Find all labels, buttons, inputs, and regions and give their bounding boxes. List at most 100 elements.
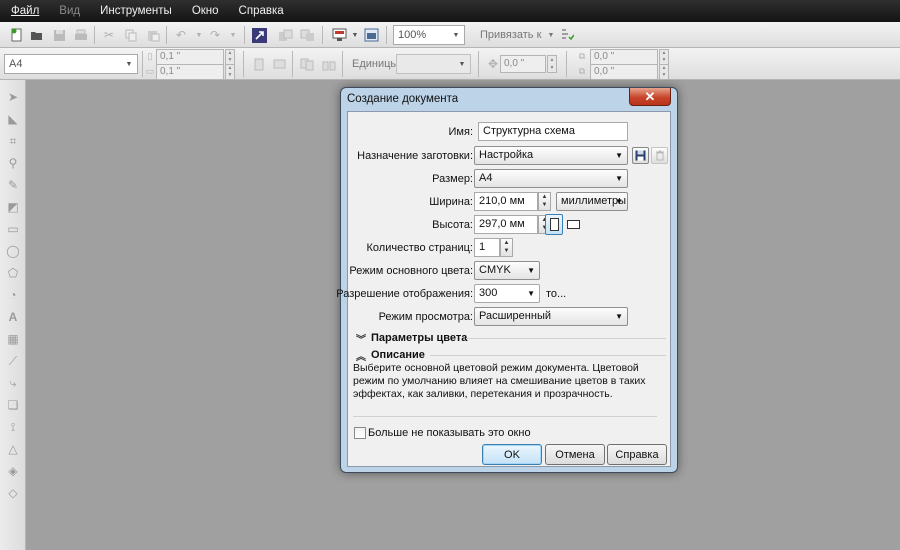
- outline-tool-icon[interactable]: △: [4, 440, 22, 458]
- export-icon[interactable]: [276, 26, 294, 44]
- expand-chevron-icon[interactable]: ︾: [356, 331, 366, 346]
- preset-select[interactable]: Настройка ▼: [474, 146, 628, 165]
- size-select[interactable]: A4 ▼: [474, 169, 628, 188]
- property-bar: A4 ▼ ▯ 0,1 " ▲ ▼ ▭ 0,1 " ▲ ▼ Единицы: ▼ ✥ …: [0, 48, 900, 80]
- pages-spinner[interactable]: ▲ ▼: [500, 238, 513, 257]
- all-pages-icon[interactable]: [298, 55, 316, 73]
- eyedropper-tool-icon[interactable]: ⟟: [4, 418, 22, 436]
- landscape-orientation-button[interactable]: [566, 219, 580, 230]
- width-input[interactable]: 210,0 мм: [474, 192, 538, 211]
- rectangle-tool-icon[interactable]: ▭: [4, 220, 22, 238]
- pages-label: Количество страниц:: [366, 242, 473, 254]
- landscape-icon[interactable]: [270, 55, 288, 73]
- collapse-chevron-icon[interactable]: ︽: [356, 348, 366, 363]
- new-document-icon[interactable]: [8, 26, 26, 44]
- description-heading[interactable]: Описание: [371, 349, 425, 361]
- landscape-icon: [566, 220, 580, 229]
- nudge-offset-spinner[interactable]: ▲ ▼: [547, 55, 557, 73]
- pages-input[interactable]: 1: [474, 238, 500, 257]
- current-page-icon[interactable]: [320, 55, 338, 73]
- page-size-combo[interactable]: A4 ▼: [4, 54, 138, 74]
- help-button[interactable]: Справка: [607, 444, 667, 465]
- menu-view[interactable]: Вид: [56, 4, 83, 18]
- section-divider: [353, 416, 657, 417]
- chevron-down-icon: ▼: [125, 60, 133, 68]
- resolution-select[interactable]: 300 ▼: [474, 284, 540, 303]
- width-spinner[interactable]: ▲ ▼: [538, 192, 551, 211]
- size-label: Размер:: [432, 173, 473, 185]
- blend-tool-icon[interactable]: ❏: [4, 396, 22, 414]
- connector-tool-icon[interactable]: ⤷: [4, 374, 22, 392]
- color-mode-value: CMYK: [479, 264, 511, 276]
- width-label: Ширина:: [429, 196, 473, 208]
- smart-fill-tool-icon[interactable]: ◩: [4, 198, 22, 216]
- dont-show-label[interactable]: Больше не показывать это окно: [368, 427, 531, 439]
- publish-icon[interactable]: [298, 26, 316, 44]
- close-icon: ✕: [644, 88, 656, 104]
- paste-icon[interactable]: [144, 26, 162, 44]
- dimension-tool-icon[interactable]: ⟋: [4, 352, 22, 370]
- ok-button[interactable]: OK: [482, 444, 542, 465]
- units-combo[interactable]: ▼: [396, 54, 471, 74]
- menu-window[interactable]: Окно: [189, 4, 222, 18]
- resolution-value: 300: [479, 287, 498, 299]
- fill-tool-icon[interactable]: ◈: [4, 462, 22, 480]
- size-value: A4: [479, 172, 493, 184]
- name-input[interactable]: Структурна схема: [478, 122, 628, 141]
- table-tool-icon[interactable]: ▦: [4, 330, 22, 348]
- menu-help[interactable]: Справка: [236, 4, 287, 18]
- freehand-tool-icon[interactable]: ✎: [4, 176, 22, 194]
- copy-icon[interactable]: [122, 26, 140, 44]
- nudge-y-field[interactable]: 0,1 ": [156, 64, 224, 80]
- pick-tool-icon[interactable]: ➤: [4, 88, 22, 106]
- nudge-y-spinner[interactable]: ▲ ▼: [225, 64, 235, 80]
- undo-icon[interactable]: ↶: [172, 26, 190, 44]
- welcome-screen-icon[interactable]: [362, 26, 380, 44]
- close-button[interactable]: ✕: [629, 88, 671, 106]
- snap-to-label[interactable]: Привязать к: [480, 29, 541, 41]
- snap-options-icon[interactable]: [558, 26, 576, 44]
- open-folder-icon[interactable]: [28, 26, 46, 44]
- zoom-level-combo[interactable]: 100% ▼: [393, 25, 465, 45]
- portrait-icon: [549, 218, 559, 231]
- portrait-orientation-button[interactable]: [545, 214, 563, 235]
- crop-tool-icon[interactable]: ⌗: [4, 132, 22, 150]
- import-icon[interactable]: [250, 26, 268, 44]
- shape-tool-icon[interactable]: ◣: [4, 110, 22, 128]
- units-select[interactable]: миллиметры ▼: [556, 192, 628, 211]
- text-tool-icon[interactable]: A: [4, 308, 22, 326]
- color-mode-select[interactable]: CMYK ▼: [474, 261, 540, 280]
- zoom-tool-icon[interactable]: ⚲: [4, 154, 22, 172]
- ellipse-tool-icon[interactable]: ◯: [4, 242, 22, 260]
- nudge-x-icon: ▯: [147, 50, 153, 61]
- redo-dropdown-icon[interactable]: ▼: [224, 26, 242, 44]
- nudge-x-field[interactable]: 0,1 ": [156, 49, 224, 65]
- polygon-tool-icon[interactable]: ⬠: [4, 264, 22, 282]
- redo-icon[interactable]: ↷: [206, 26, 224, 44]
- preview-mode-select[interactable]: Расширенный ▼: [474, 307, 628, 326]
- height-input[interactable]: 297,0 мм: [474, 215, 538, 234]
- print-icon[interactable]: [72, 26, 90, 44]
- portrait-icon[interactable]: [250, 55, 268, 73]
- duplicate-y-spinner[interactable]: ▲ ▼: [659, 64, 669, 80]
- basic-shapes-tool-icon[interactable]: ◔: [4, 286, 22, 304]
- duplicate-x-spinner[interactable]: ▲ ▼: [659, 49, 669, 65]
- save-preset-button[interactable]: [632, 147, 649, 164]
- color-params-heading[interactable]: Параметры цвета: [371, 332, 467, 344]
- duplicate-y-icon: ⧉: [578, 65, 586, 76]
- menu-file[interactable]: Файл: [8, 4, 42, 18]
- preset-value: Настройка: [479, 149, 534, 161]
- delete-preset-button[interactable]: [651, 147, 668, 164]
- dialog-body: Имя: Структурна схема Назначение заготов…: [336, 111, 671, 467]
- dont-show-checkbox[interactable]: [354, 427, 366, 439]
- nudge-x-spinner[interactable]: ▲ ▼: [225, 49, 235, 65]
- duplicate-y-field[interactable]: 0,0 ": [590, 64, 658, 80]
- save-icon[interactable]: [50, 26, 68, 44]
- cut-icon[interactable]: ✂: [100, 26, 118, 44]
- menu-tools[interactable]: Инструменты: [97, 4, 175, 18]
- nudge-offset-field[interactable]: 0,0 ": [500, 55, 546, 73]
- duplicate-x-field[interactable]: 0,0 ": [590, 49, 658, 65]
- cancel-button[interactable]: Отмена: [545, 444, 605, 465]
- interactive-fill-tool-icon[interactable]: ◇: [4, 484, 22, 502]
- color-mode-label: Режим основного цвета:: [349, 265, 473, 277]
